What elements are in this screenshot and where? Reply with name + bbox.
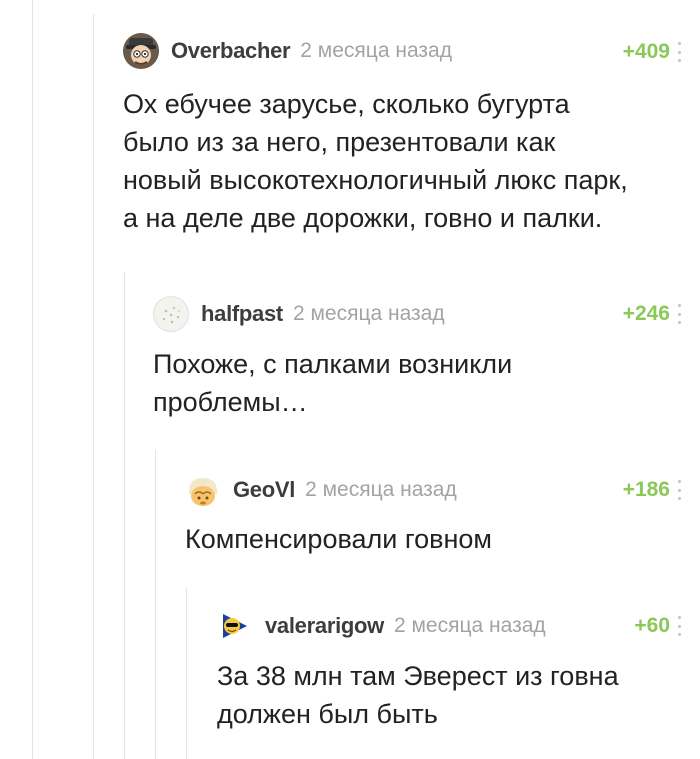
comment-header: GeoVl 2 месяца назад [185,470,457,510]
thread-line [124,272,125,759]
more-options-icon[interactable] [676,616,682,636]
comment-header: valerarigow 2 месяца назад [217,606,546,646]
comment-header: Overbacher 2 месяца назад [123,31,452,71]
timestamp[interactable]: 2 месяца назад [293,302,445,326]
username[interactable]: valerarigow [265,613,384,639]
rating: +186 [622,478,670,501]
timestamp[interactable]: 2 месяца назад [300,39,452,63]
rating: +60 [634,614,670,637]
more-options-icon[interactable] [676,480,682,500]
more-options-icon[interactable] [676,42,682,62]
comment-text: Компенсировали говном [185,524,492,554]
username[interactable]: Overbacher [171,38,291,64]
comment-text: Ох ебучее зарусье, сколько бугурта было … [123,89,628,233]
username[interactable]: halfpast [201,301,283,327]
cartoon-avatar-icon[interactable] [123,33,159,69]
thread-line [93,14,94,759]
timestamp[interactable]: 2 месяца назад [305,478,457,502]
comment-header: halfpast 2 месяца назад [153,294,445,334]
timestamp[interactable]: 2 месяца назад [394,614,546,638]
dotted-avatar-icon[interactable] [153,296,189,332]
comment-text: Похоже, с палками возникли проблемы… [153,349,513,417]
rating: +246 [622,302,670,325]
username[interactable]: GeoVl [233,477,295,503]
thread-line [32,0,33,759]
face-avatar-icon[interactable] [185,472,221,508]
comment-text: За 38 млн там Эверест из говна должен бы… [217,661,619,729]
more-options-icon[interactable] [676,304,682,324]
thread-line [186,588,187,759]
rating: +409 [622,40,670,63]
thread-line [155,450,156,759]
sunglasses-avatar-icon[interactable] [217,608,253,644]
